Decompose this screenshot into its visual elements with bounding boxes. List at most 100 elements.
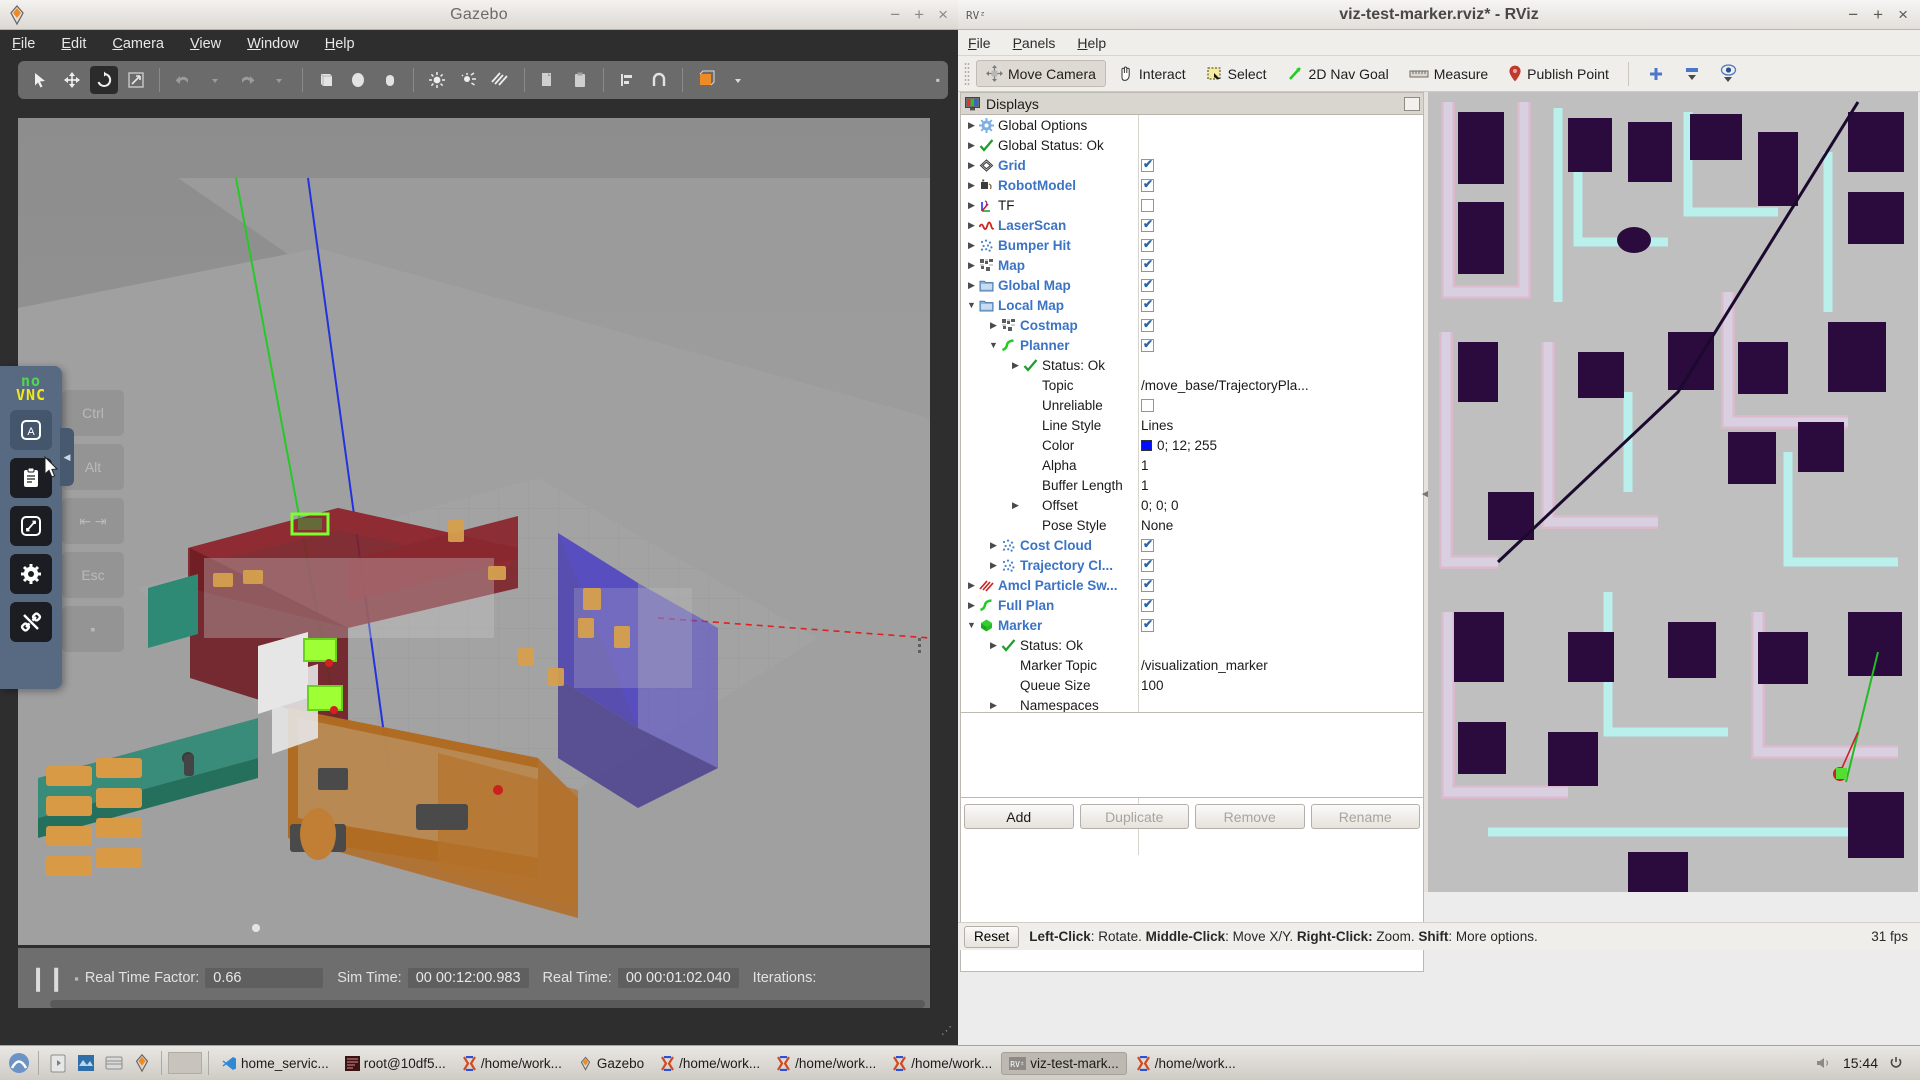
tree-row[interactable]: Unreliable [961, 395, 1423, 415]
toolbar-grip[interactable] [964, 61, 970, 86]
sphere-shape-button[interactable] [344, 66, 372, 94]
tree-row[interactable]: ▼ Planner [961, 335, 1423, 355]
tree-row-value[interactable] [1141, 277, 1154, 292]
tree-row-value[interactable] [1141, 398, 1154, 412]
cylinder-shape-button[interactable] [376, 66, 404, 94]
tree-row[interactable]: ▶ Status: Ok [961, 355, 1423, 375]
close-button[interactable]: × [1898, 5, 1908, 25]
gazebo-icon[interactable] [129, 1050, 155, 1076]
chevron-right-icon[interactable]: ▶ [965, 240, 978, 251]
chevron-right-icon[interactable]: ▶ [965, 260, 978, 271]
taskbar-item[interactable]: /home/work... [455, 1053, 569, 1074]
maximize-button[interactable]: + [914, 6, 924, 23]
redo-button[interactable] [233, 66, 261, 94]
tree-row[interactable]: Queue Size 100 [961, 675, 1423, 695]
paste-button[interactable] [566, 66, 594, 94]
tree-row[interactable]: Alpha 1 [961, 455, 1423, 475]
tree-row-value[interactable]: None [1141, 518, 1173, 533]
tree-row-value[interactable] [1141, 577, 1154, 592]
enable-checkbox[interactable] [1141, 597, 1154, 612]
tree-row[interactable]: ▶ Global Options [961, 115, 1423, 135]
tree-row-value[interactable]: 0; 0; 0 [1141, 498, 1179, 513]
view-mode-dropdown[interactable] [724, 66, 752, 94]
enable-checkbox[interactable] [1141, 577, 1154, 592]
tree-row[interactable]: Pose Style None [961, 515, 1423, 535]
chevron-right-icon[interactable]: ▶ [965, 140, 978, 151]
menu-edit[interactable]: Edit [61, 36, 86, 52]
add-tool-button[interactable] [1639, 62, 1673, 86]
chevron-down-icon[interactable]: ▼ [965, 620, 978, 630]
step-button[interactable]: ▪ [74, 971, 79, 986]
enable-checkbox[interactable] [1141, 537, 1154, 552]
tree-row-value[interactable] [1141, 337, 1154, 352]
tree-row[interactable]: ▶ Bumper Hit [961, 235, 1423, 255]
enable-checkbox[interactable] [1141, 297, 1154, 312]
tree-row-value[interactable] [1141, 597, 1154, 612]
chevron-right-icon[interactable]: ▶ [987, 560, 1000, 571]
tree-row[interactable]: ▶ Cost Cloud [961, 535, 1423, 555]
tree-row-value[interactable] [1141, 317, 1154, 332]
tree-row[interactable]: Topic/move_base/TrajectoryPla... [961, 375, 1423, 395]
chevron-right-icon[interactable]: ▶ [965, 200, 978, 211]
tree-row[interactable]: ▶ RobotModel [961, 175, 1423, 195]
tree-row-value[interactable] [1141, 297, 1154, 312]
menu-window[interactable]: Window [247, 36, 299, 52]
tree-row[interactable]: Marker Topic/visualization_marker [961, 655, 1423, 675]
tree-row-value[interactable] [1141, 237, 1154, 252]
tree-row[interactable]: Line Style Lines [961, 415, 1423, 435]
chevron-right-icon[interactable]: ▶ [965, 600, 978, 611]
chevron-right-icon[interactable]: ▶ [1009, 500, 1022, 511]
tree-row[interactable]: ▶ Offset 0; 0; 0 [961, 495, 1423, 515]
tree-row-value[interactable]: /move_base/TrajectoryPla... [1141, 378, 1309, 393]
tree-row-value[interactable]: Lines [1141, 418, 1173, 433]
tree-row-value[interactable]: 100 [1141, 678, 1164, 693]
tree-row[interactable]: ▶ Status: Ok [961, 635, 1423, 655]
tree-row[interactable]: ▶ Global Status: Ok [961, 135, 1423, 155]
fullscreen-icon[interactable] [10, 506, 52, 546]
undo-dropdown-button[interactable] [201, 66, 229, 94]
panel-float-button[interactable] [1404, 96, 1420, 111]
taskbar-item[interactable]: home_servic... [215, 1053, 336, 1074]
taskbar-item[interactable]: /home/work... [653, 1053, 767, 1074]
undo-button[interactable] [169, 66, 197, 94]
tree-row-value[interactable] [1141, 537, 1154, 552]
chevron-right-icon[interactable]: ▶ [987, 640, 1000, 651]
add-button[interactable]: Add [964, 804, 1074, 829]
enable-checkbox[interactable] [1141, 257, 1154, 272]
tool-publish-point[interactable]: Publish Point [1499, 61, 1618, 86]
tool-2d-nav-goal[interactable]: 2D Nav Goal [1278, 61, 1398, 86]
tree-row-value[interactable] [1141, 257, 1154, 272]
tree-row-value[interactable] [1141, 617, 1154, 632]
enable-checkbox[interactable] [1141, 557, 1154, 572]
keyboard-icon[interactable]: A [10, 410, 52, 450]
taskbar-item[interactable]: Gazebo [571, 1053, 651, 1074]
enable-checkbox[interactable] [1141, 317, 1154, 332]
minimize-button[interactable]: − [890, 6, 900, 23]
disconnect-icon[interactable] [10, 602, 52, 642]
tree-row[interactable]: Color 0; 12; 255 [961, 435, 1423, 455]
tree-row[interactable]: ▶ LaserScan [961, 215, 1423, 235]
tool-measure[interactable]: Measure [1400, 61, 1497, 86]
align-button[interactable] [613, 66, 641, 94]
volume-icon[interactable] [1815, 1056, 1833, 1070]
files-icon[interactable] [45, 1050, 71, 1076]
remove-tool-button[interactable] [1675, 62, 1709, 85]
gazebo-bottom-scrollbar[interactable] [50, 1000, 925, 1008]
tree-row[interactable]: ▶ Global Map [961, 275, 1423, 295]
taskbar-item[interactable]: RVᶻ viz-test-mark... [1001, 1051, 1127, 1075]
copy-button[interactable] [534, 66, 562, 94]
redo-dropdown-button[interactable] [265, 66, 293, 94]
select-tool-button[interactable] [26, 66, 54, 94]
tree-row-value[interactable] [1141, 557, 1154, 572]
toolbar-overflow[interactable]: ▪ [936, 73, 940, 87]
taskbar-item[interactable]: /home/work... [885, 1053, 999, 1074]
tree-row[interactable]: ▶ Costmap [961, 315, 1423, 335]
settings-gear-icon[interactable] [10, 554, 52, 594]
enable-checkbox[interactable] [1141, 277, 1154, 292]
tool-move-camera[interactable]: Move Camera [976, 60, 1106, 87]
enable-checkbox[interactable] [1141, 177, 1154, 192]
minimize-button[interactable]: − [1848, 5, 1858, 25]
tree-row[interactable]: ▶ Trajectory Cl... [961, 555, 1423, 575]
tree-row-value[interactable]: 1 [1141, 478, 1149, 493]
rviz-3d-viewport[interactable] [1428, 92, 1918, 892]
